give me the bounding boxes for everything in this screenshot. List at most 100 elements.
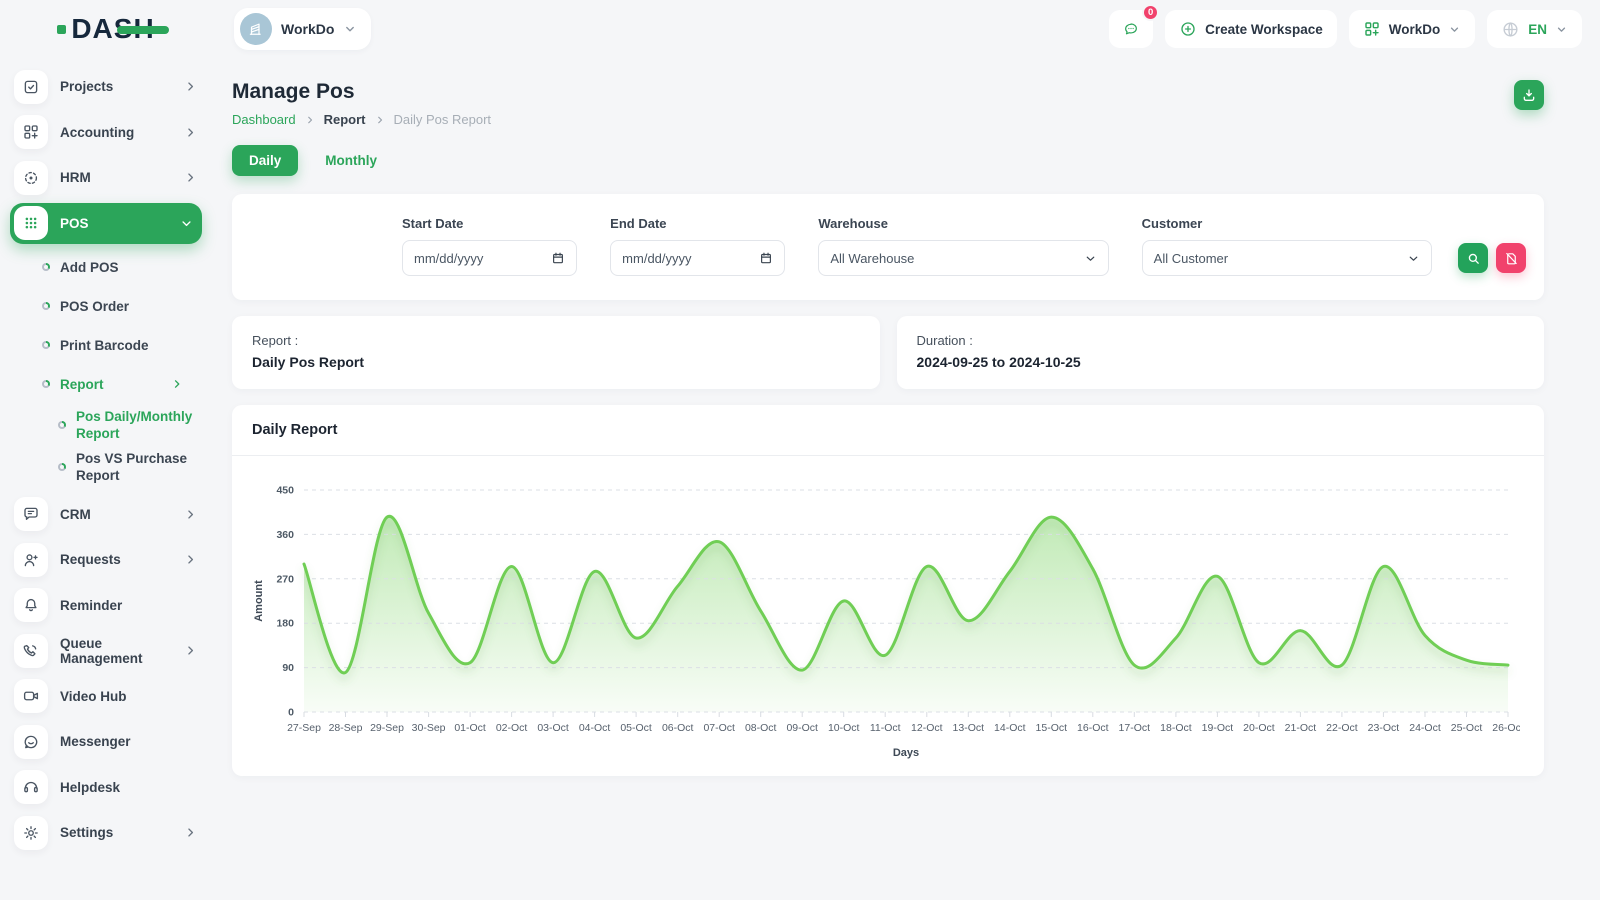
- sidebar-item-requests[interactable]: Requests: [14, 537, 198, 583]
- sidebar-item-settings[interactable]: Settings: [14, 810, 198, 856]
- start-date-label: Start Date: [402, 216, 577, 231]
- svg-text:07-Oct: 07-Oct: [703, 722, 735, 734]
- duration-summary-card: Duration : 2024-09-25 to 2024-10-25: [897, 316, 1545, 389]
- sidebar-item-hrm[interactable]: HRM: [14, 155, 198, 201]
- svg-text:14-Oct: 14-Oct: [994, 722, 1026, 734]
- hrm-icon: [14, 161, 48, 195]
- bullet-icon: [42, 302, 50, 310]
- sidebar-subitem-pos-order[interactable]: POS Order: [14, 287, 198, 326]
- dash-logo[interactable]: DASH: [57, 13, 154, 45]
- end-date-label: End Date: [610, 216, 785, 231]
- projects-icon: [14, 70, 48, 104]
- pos-icon: [14, 206, 48, 240]
- create-workspace-label: Create Workspace: [1205, 22, 1323, 37]
- crm-icon: [14, 497, 48, 531]
- bell-icon: [14, 588, 48, 622]
- sidebar-item-messenger[interactable]: Messenger: [14, 719, 198, 765]
- bullet-icon: [58, 421, 66, 429]
- file-off-icon: [1504, 251, 1519, 266]
- report-label: Report :: [252, 333, 860, 348]
- workspace-avatar: [240, 13, 272, 45]
- bullet-icon: [58, 463, 66, 471]
- svg-text:01-Oct: 01-Oct: [454, 722, 486, 734]
- sidebar-subitem-pos-vs-purchase-report[interactable]: Pos VS Purchase Report: [14, 446, 198, 488]
- svg-text:24-Oct: 24-Oct: [1409, 722, 1441, 734]
- search-button[interactable]: [1458, 243, 1488, 273]
- svg-text:180: 180: [276, 618, 294, 630]
- svg-text:09-Oct: 09-Oct: [786, 722, 818, 734]
- sidebar-item-helpdesk[interactable]: Helpdesk: [14, 765, 198, 811]
- warehouse-select[interactable]: All Warehouse: [818, 240, 1108, 276]
- customer-label: Customer: [1142, 216, 1432, 231]
- report-period-tabs: Daily Monthly: [232, 145, 1544, 176]
- svg-text:25-Oct: 25-Oct: [1451, 722, 1483, 734]
- bullet-icon: [42, 380, 50, 388]
- create-workspace-button[interactable]: Create Workspace: [1165, 10, 1337, 48]
- end-date-input[interactable]: mm/dd/yyyy: [610, 240, 785, 276]
- grid-plus-icon: [1363, 20, 1381, 38]
- messages-button[interactable]: 0: [1109, 10, 1153, 48]
- language-selector[interactable]: EN: [1487, 10, 1582, 48]
- chart-title: Daily Report: [252, 422, 1524, 438]
- chevron-down-icon: [1555, 23, 1568, 36]
- building-icon: [247, 20, 265, 38]
- end-date-field: End Date mm/dd/yyyy: [610, 216, 785, 276]
- chevron-right-icon: [183, 507, 198, 522]
- topbar-actions: 0 Create Workspace WorkDo EN: [1109, 10, 1582, 48]
- svg-text:17-Oct: 17-Oct: [1119, 722, 1151, 734]
- daily-report-area-chart[interactable]: 09018027036045027-Sep28-Sep29-Sep30-Sep0…: [248, 470, 1528, 762]
- tab-daily[interactable]: Daily: [232, 145, 298, 176]
- download-icon: [1521, 87, 1537, 103]
- workdo-menu-button[interactable]: WorkDo: [1349, 10, 1476, 48]
- tab-monthly[interactable]: Monthly: [308, 145, 394, 176]
- breadcrumb-dashboard[interactable]: Dashboard: [232, 112, 296, 127]
- chevron-right-icon: [170, 377, 184, 391]
- svg-text:0: 0: [288, 707, 294, 719]
- svg-text:30-Sep: 30-Sep: [412, 722, 446, 734]
- svg-text:15-Oct: 15-Oct: [1036, 722, 1068, 734]
- sidebar-subitem-pos-daily-monthly-report[interactable]: Pos Daily/Monthly Report: [14, 404, 198, 446]
- sidebar-item-queue-management[interactable]: Queue Management: [14, 628, 198, 674]
- svg-text:20-Oct: 20-Oct: [1243, 722, 1275, 734]
- sidebar-subitem-add-pos[interactable]: Add POS: [14, 248, 198, 287]
- chevron-right-icon: [304, 114, 316, 126]
- user-plus-icon: [14, 543, 48, 577]
- customer-select[interactable]: All Customer: [1142, 240, 1432, 276]
- bullet-icon: [42, 341, 50, 349]
- headset-icon: [14, 770, 48, 804]
- chevron-right-icon: [183, 170, 198, 185]
- search-icon: [1466, 251, 1481, 266]
- sidebar-item-projects[interactable]: Projects: [14, 64, 198, 110]
- logo-dot-icon: [57, 25, 66, 34]
- sidebar-item-crm[interactable]: CRM: [14, 492, 198, 538]
- download-button[interactable]: [1514, 80, 1544, 110]
- sidebar-item-video-hub[interactable]: Video Hub: [14, 674, 198, 720]
- breadcrumb-report[interactable]: Report: [324, 112, 366, 127]
- video-camera-icon: [14, 679, 48, 713]
- svg-text:21-Oct: 21-Oct: [1285, 722, 1317, 734]
- svg-text:12-Oct: 12-Oct: [911, 722, 943, 734]
- svg-text:23-Oct: 23-Oct: [1368, 722, 1400, 734]
- gear-icon: [14, 816, 48, 850]
- breadcrumb-current: Daily Pos Report: [394, 112, 492, 127]
- workspace-switcher[interactable]: WorkDo: [234, 8, 371, 50]
- warehouse-field: Warehouse All Warehouse: [818, 216, 1108, 276]
- sidebar-subitem-report[interactable]: Report: [14, 365, 198, 404]
- reset-filter-button[interactable]: [1496, 243, 1526, 273]
- sidebar-subitem-print-barcode[interactable]: Print Barcode: [14, 326, 198, 365]
- logo-dash-icon: [117, 26, 169, 34]
- messages-badge: 0: [1142, 4, 1159, 21]
- workdo-menu-label: WorkDo: [1389, 22, 1441, 37]
- svg-text:19-Oct: 19-Oct: [1202, 722, 1234, 734]
- daily-report-card: Daily Report 09018027036045027-Sep28-Sep…: [232, 405, 1544, 776]
- chevron-right-icon: [374, 114, 386, 126]
- sidebar-item-pos[interactable]: POS: [10, 203, 202, 244]
- sidebar-item-reminder[interactable]: Reminder: [14, 583, 198, 629]
- start-date-input[interactable]: mm/dd/yyyy: [402, 240, 577, 276]
- accounting-icon: [14, 115, 48, 149]
- svg-text:16-Oct: 16-Oct: [1077, 722, 1109, 734]
- chevron-right-icon: [183, 552, 198, 567]
- svg-text:10-Oct: 10-Oct: [828, 722, 860, 734]
- sidebar-item-accounting[interactable]: Accounting: [14, 110, 198, 156]
- plus-circle-icon: [1179, 20, 1197, 38]
